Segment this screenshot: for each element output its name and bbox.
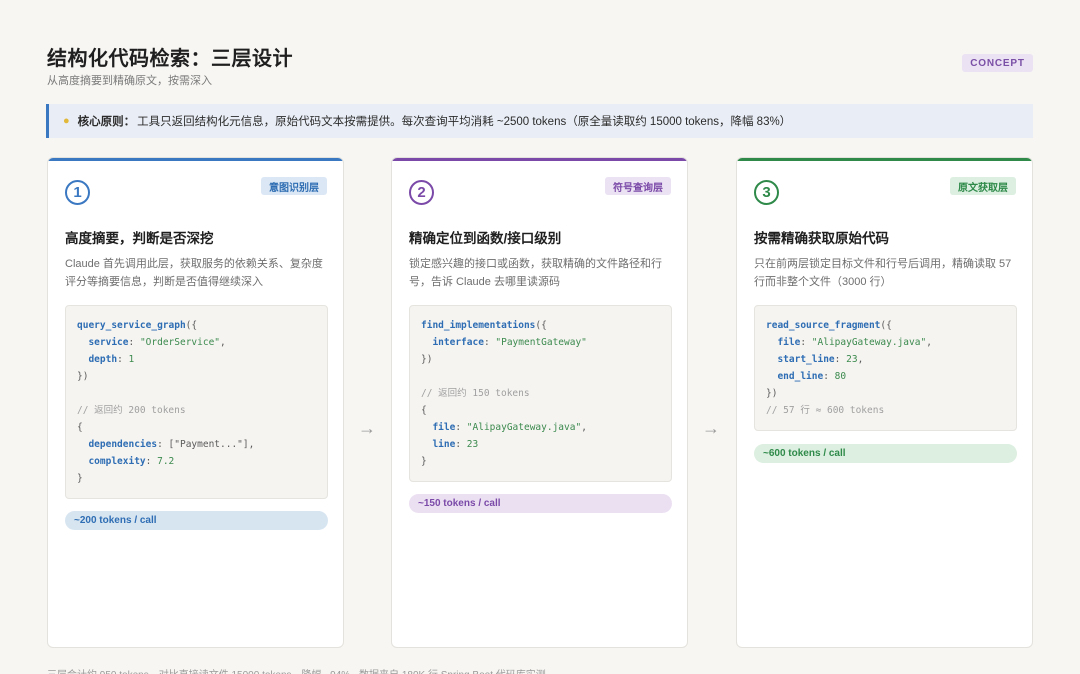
- step-number-2: 2: [409, 180, 434, 205]
- code-key: file: [777, 337, 801, 348]
- card-description: 只在前两层锁定目标文件和行号后调用，精确读取 57 行而非整个文件（3000 行…: [754, 258, 1012, 288]
- token-cost-pill: ~200 tokens / call: [65, 511, 328, 530]
- page-subtitle: 从高度摘要到精确原文，按需深入: [47, 75, 212, 87]
- code-key: service: [88, 337, 129, 348]
- page-title: 结构化代码检索：三层设计: [47, 48, 293, 70]
- token-cost-pill: ~600 tokens / call: [754, 444, 1017, 463]
- arrow-right-icon: →: [702, 418, 720, 438]
- code-key: start_line: [777, 354, 835, 365]
- step-number-3: 3: [754, 180, 779, 205]
- code-value: ["Payment..."]: [168, 439, 249, 450]
- layer-tag: 原文获取层: [950, 177, 1016, 195]
- code-value: "AlipayGateway.java": [466, 422, 582, 433]
- card-description: 锁定感兴趣的接口或函数，获取精确的文件路径和行号，告诉 Claude 去哪里读源…: [409, 258, 662, 288]
- concept-badge: CONCEPT: [962, 54, 1033, 72]
- card-description: Claude 首先调用此层，获取服务的依赖关系、复杂度评分等摘要信息，判断是否值…: [65, 258, 323, 288]
- card-accent-bar: [737, 158, 1032, 161]
- code-block: find_implementations({ interface: "Payme…: [409, 305, 672, 482]
- principle-text: 工具只返回结构化元信息，原始代码文本按需提供。每次查询平均消耗 ~2500 to…: [137, 116, 792, 128]
- code-key: end_line: [777, 371, 824, 382]
- code-key: complexity: [88, 456, 146, 467]
- code-value: 23: [846, 354, 858, 365]
- code-key: file: [432, 422, 456, 433]
- card-accent-bar: [392, 158, 687, 161]
- code-key: interface: [432, 337, 484, 348]
- code-value: 1: [128, 354, 135, 365]
- footer-note: 三层合计约 950 tokens，对比直接读文件 15000 tokens，降幅…: [47, 666, 546, 674]
- card-title: 精确定位到函数/接口级别: [409, 231, 562, 246]
- step-number-1: 1: [65, 180, 90, 205]
- code-value: 80: [834, 371, 847, 382]
- code-comment: // 返回约 150 tokens: [421, 388, 530, 399]
- code-block: read_source_fragment({ file: "AlipayGate…: [754, 305, 1017, 431]
- lightbulb-icon: ●: [63, 115, 70, 127]
- principle-callout: ● 核心原则： 工具只返回结构化元信息，原始代码文本按需提供。每次查询平均消耗 …: [46, 104, 1033, 138]
- code-key: depth: [88, 354, 118, 365]
- code-value: "OrderService": [139, 337, 221, 348]
- code-key: line: [432, 439, 456, 450]
- layer-card-1: 1 意图识别层 高度摘要，判断是否深挖 Claude 首先调用此层，获取服务的依…: [47, 157, 344, 648]
- layer-card-3: 3 原文获取层 按需精确获取原始代码 只在前两层锁定目标文件和行号后调用，精确读…: [736, 157, 1033, 648]
- token-cost-pill: ~150 tokens / call: [409, 494, 672, 513]
- code-key: dependencies: [88, 439, 158, 450]
- code-value: "PaymentGateway": [495, 337, 587, 348]
- layer-card-2: 2 符号查询层 精确定位到函数/接口级别 锁定感兴趣的接口或函数，获取精确的文件…: [391, 157, 688, 648]
- card-accent-bar: [48, 158, 343, 161]
- card-title: 高度摘要，判断是否深挖: [65, 231, 214, 246]
- code-comment: // 返回约 200 tokens: [77, 405, 186, 416]
- code-comment: // 57 行 ≈ 600 tokens: [766, 405, 885, 416]
- code-function: query_service_graph: [77, 320, 186, 331]
- code-function: find_implementations: [421, 320, 536, 331]
- code-value: 7.2: [157, 456, 175, 467]
- layer-tag: 意图识别层: [261, 177, 327, 195]
- code-block: query_service_graph({ service: "OrderSer…: [65, 305, 328, 499]
- code-function: read_source_fragment: [766, 320, 881, 331]
- principle-lead: 核心原则：: [77, 116, 136, 128]
- code-value: "AlipayGateway.java": [811, 337, 927, 348]
- code-value: 23: [466, 439, 479, 450]
- arrow-right-icon: →: [358, 418, 376, 438]
- card-title: 按需精确获取原始代码: [754, 231, 889, 246]
- layer-tag: 符号查询层: [605, 177, 671, 195]
